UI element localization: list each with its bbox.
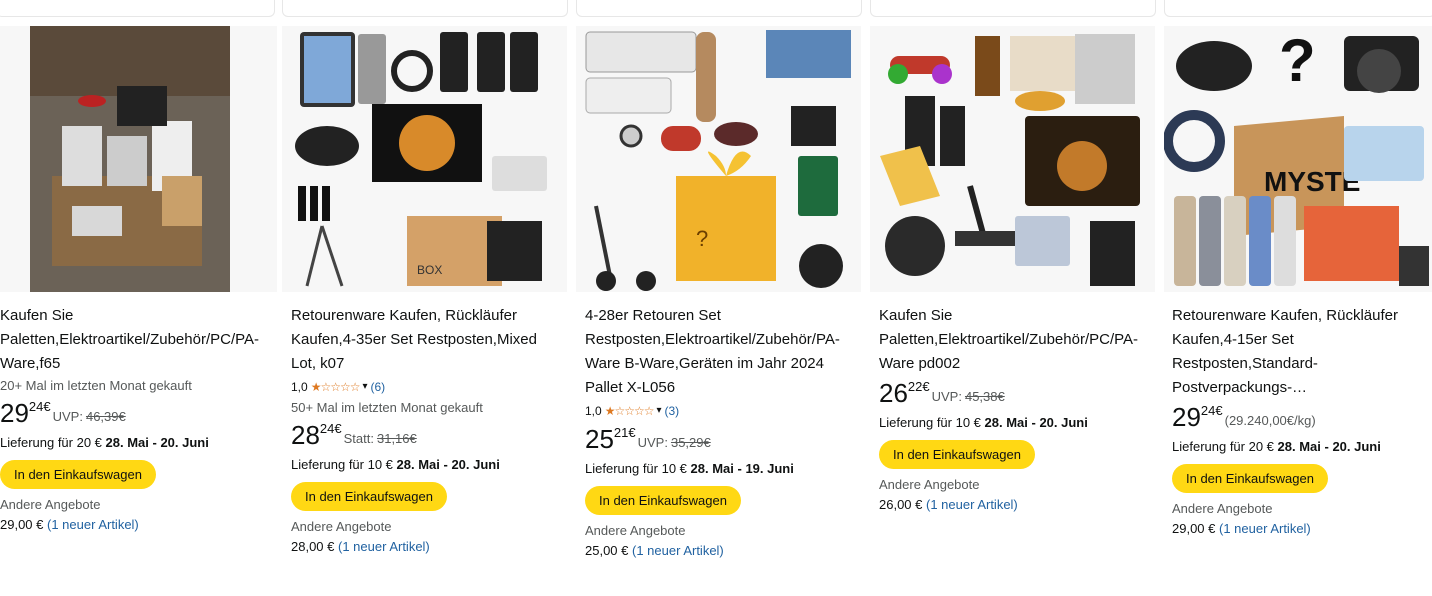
review-count[interactable]: (3) [665,400,680,422]
price-fraction: 22 [907,379,923,394]
other-offers: 25,00 € (1 neuer Artikel) [585,543,724,558]
other-offers-label: Andere Angebote [0,497,101,512]
product-image[interactable] [0,26,277,292]
other-offers-link[interactable]: (1 neuer Artikel) [338,539,430,554]
chevron-down-icon[interactable]: ▾ [362,376,367,398]
product-title[interactable]: Retourenware Kaufen, Rückläufer Kaufen,4… [1172,304,1428,400]
prev-row-card-edge [870,0,1156,17]
price[interactable]: 26 22 € UVP: 45,38€ [879,378,1151,412]
other-offers-label: Andere Angebote [291,519,392,534]
product-image[interactable]: ? MYSTE [1164,26,1432,292]
product-card: ? MYSTE Retourenware Kaufen, Rückläufer … [1164,26,1432,596]
other-offers: 29,00 € (1 neuer Artikel) [0,517,139,532]
other-offers-label: Andere Angebote [879,477,980,492]
svg-text:BOX: BOX [417,263,442,277]
list-price: UVP: 46,39€ [52,409,126,424]
star-rating-icon: ★☆☆☆☆ [604,404,655,418]
delivery-info: Lieferung für 10 € 28. Mai - 20. Juni [879,415,1088,430]
svg-text:?: ? [696,226,708,251]
price-fraction: 24 [1200,403,1216,418]
chevron-down-icon[interactable]: ▾ [656,400,661,422]
rating[interactable]: 1,0 ★☆☆☆☆ ▾ (3) [585,400,857,422]
price-currency: € [922,379,930,394]
other-offers-label: Andere Angebote [1172,501,1273,516]
price[interactable]: 29 24 € UVP: 46,39€ [0,398,273,432]
product-image[interactable]: BOX [282,26,567,292]
other-offers: 29,00 € (1 neuer Artikel) [1172,521,1311,536]
unit-price: (29.240,00€/kg) [1224,413,1316,428]
list-price: UVP: 35,29€ [637,435,711,450]
product-image[interactable] [870,26,1155,292]
product-card: Kaufen Sie Paletten,Elektroartikel/Zubeh… [870,26,1155,596]
add-to-cart-button[interactable]: In den Einkaufswagen [585,486,741,515]
price-fraction: 24 [319,421,335,436]
star-rating-icon: ★☆☆☆☆ [310,380,361,394]
review-count[interactable]: (6) [371,376,386,398]
product-image[interactable]: ? [576,26,861,292]
list-price: Statt: 31,16€ [343,431,417,446]
price[interactable]: 28 24 € Statt: 31,16€ [291,420,563,454]
add-to-cart-button[interactable]: In den Einkaufswagen [879,440,1035,469]
price-fraction: 21 [613,425,629,440]
other-offers-label: Andere Angebote [585,523,686,538]
other-offers: 28,00 € (1 neuer Artikel) [291,539,430,554]
price-whole: 29 [0,398,29,428]
add-to-cart-button[interactable]: In den Einkaufswagen [0,460,156,489]
add-to-cart-button[interactable]: In den Einkaufswagen [1172,464,1328,493]
purchase-count: 50+ Mal im letzten Monat gekauft [291,400,483,415]
price-fraction: 24 [28,399,44,414]
rating[interactable]: 1,0 ★☆☆☆☆ ▾ (6) [291,376,563,398]
price-whole: 28 [291,420,320,450]
product-title[interactable]: Kaufen Sie Paletten,Elektroartikel/Zubeh… [0,304,273,376]
price-currency: € [1215,403,1223,418]
price-currency: € [628,425,636,440]
product-title[interactable]: 4-28er Retouren Set Restposten,Elektroar… [585,304,857,400]
svg-text:?: ? [1279,27,1316,94]
price-currency: € [43,399,51,414]
other-offers: 26,00 € (1 neuer Artikel) [879,497,1018,512]
product-card: BOX Retourenware Kaufen, Rückläufer Kauf… [282,26,567,596]
other-offers-link[interactable]: (1 neuer Artikel) [632,543,724,558]
price[interactable]: 29 24 € (29.240,00€/kg) [1172,402,1428,436]
delivery-info: Lieferung für 10 € 28. Mai - 19. Juni [585,461,794,476]
product-card: ? 4-28er Retouren Set Restposten,Elektro… [576,26,861,596]
prev-row-card-edge [1164,0,1432,17]
other-offers-link[interactable]: (1 neuer Artikel) [1219,521,1311,536]
price-whole: 25 [585,424,614,454]
other-offers-link[interactable]: (1 neuer Artikel) [926,497,1018,512]
product-title[interactable]: Retourenware Kaufen, Rückläufer Kaufen,4… [291,304,563,376]
other-offers-link[interactable]: (1 neuer Artikel) [47,517,139,532]
product-card: Kaufen Sie Paletten,Elektroartikel/Zubeh… [0,26,277,596]
delivery-info: Lieferung für 20 € 28. Mai - 20. Juni [1172,439,1381,454]
prev-row-card-edge [576,0,862,17]
prev-row-card-edge [0,0,275,17]
price-whole: 29 [1172,402,1201,432]
list-price: UVP: 45,38€ [931,389,1005,404]
purchase-count: 20+ Mal im letzten Monat gekauft [0,378,192,393]
price-whole: 26 [879,378,908,408]
delivery-info: Lieferung für 20 € 28. Mai - 20. Juni [0,435,209,450]
add-to-cart-button[interactable]: In den Einkaufswagen [291,482,447,511]
price-currency: € [334,421,342,436]
product-title[interactable]: Kaufen Sie Paletten,Elektroartikel/Zubeh… [879,304,1151,376]
prev-row-card-edge [282,0,568,17]
price[interactable]: 25 21 € UVP: 35,29€ [585,424,857,458]
delivery-info: Lieferung für 10 € 28. Mai - 20. Juni [291,457,500,472]
